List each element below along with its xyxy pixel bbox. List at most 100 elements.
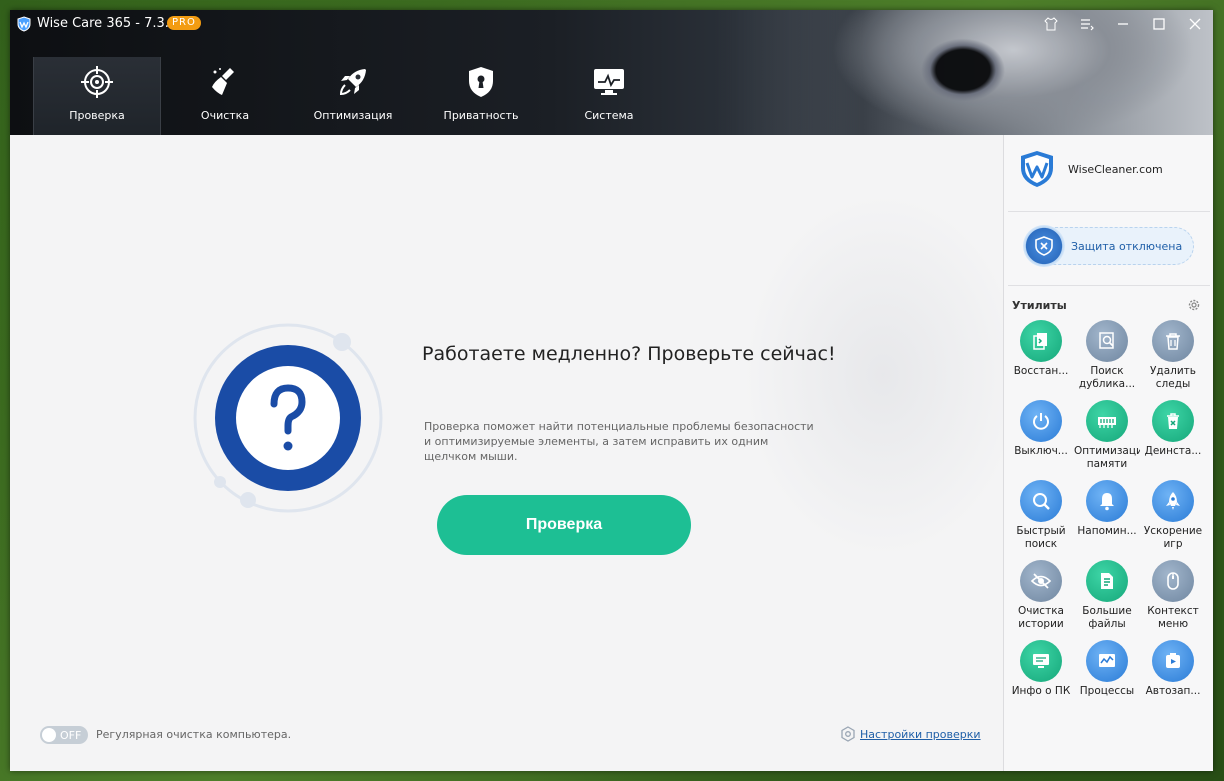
tool-processes[interactable]: Процессы (1074, 640, 1140, 714)
menu-button[interactable] (1069, 10, 1105, 38)
tool-label: Инфо о ПК (1011, 685, 1071, 697)
tool-label: Напомин... (1077, 525, 1137, 537)
broom-icon (208, 65, 242, 99)
auto-clean-toggle[interactable]: OFF (40, 726, 88, 744)
tool-label: Процессы (1079, 685, 1135, 697)
tool-uninstaller[interactable]: Деинста... (1140, 400, 1206, 474)
tool-restore[interactable]: Восстан... (1008, 320, 1074, 394)
maximize-icon (1153, 18, 1165, 30)
brand-name: WiseCleaner.com (1068, 162, 1163, 176)
tab-clean[interactable]: Очистка (161, 57, 289, 135)
background-watermark (643, 135, 1003, 675)
menu-icon (1081, 19, 1094, 31)
uninstall-icon (1152, 400, 1194, 442)
utilities-sidebar: WiseCleaner.com Защита отключена Утилиты… (1003, 135, 1213, 771)
pro-badge: PRO (167, 16, 201, 30)
tool-label: Оптимизация памяти (1074, 445, 1140, 470)
divider (1008, 285, 1210, 286)
target-icon (80, 65, 114, 99)
tool-memory-optimizer[interactable]: Оптимизация памяти (1074, 400, 1140, 474)
tool-label: Быстрый поиск (1016, 525, 1066, 550)
utilities-title: Утилиты (1012, 299, 1067, 312)
scan-button[interactable]: Проверка (437, 495, 691, 555)
close-button[interactable] (1177, 10, 1213, 38)
tab-privacy[interactable]: Приватность (417, 57, 545, 135)
tab-system[interactable]: Система (545, 57, 673, 135)
tool-label: Выключ... (1014, 445, 1068, 457)
duplicate-search-icon (1086, 320, 1128, 362)
auto-clean-label: Регулярная очистка компьютера. (96, 728, 292, 741)
hexagon-settings-icon (841, 726, 855, 742)
tab-optimize[interactable]: Оптимизация (289, 57, 417, 135)
tab-check[interactable]: Проверка (33, 57, 161, 135)
tab-label: Приватность (443, 109, 519, 122)
rocket-icon (336, 65, 370, 99)
tab-label: Оптимизация (313, 109, 393, 122)
shirt-icon (1044, 17, 1058, 31)
power-icon (1020, 400, 1062, 442)
tool-large-files[interactable]: Большие файлы (1074, 560, 1140, 634)
close-icon (1189, 18, 1201, 30)
toggle-knob (42, 728, 56, 742)
title-bar: Wise Care 365 - 7.3.5 PRO (10, 10, 1213, 38)
search-icon (1020, 480, 1062, 522)
tool-label: Автозап... (1145, 685, 1201, 697)
tool-shutdown[interactable]: Выключ... (1008, 400, 1074, 474)
main-panel: Работаете медленно? Проверьте сейчас! Пр… (10, 135, 1003, 771)
restore-icon (1020, 320, 1062, 362)
question-mark-icon (193, 323, 383, 513)
memory-icon (1086, 400, 1128, 442)
keyhole-shield-icon (464, 65, 498, 99)
headline: Работаете медленно? Проверьте сейчас! (422, 343, 836, 365)
tool-pc-info[interactable]: Инфо о ПК (1008, 640, 1074, 714)
tool-erase-traces[interactable]: Удалить следы (1140, 320, 1206, 394)
divider (1008, 211, 1210, 212)
tool-history-cleaner[interactable]: Очистка истории (1008, 560, 1074, 634)
tab-label: Система (584, 109, 634, 122)
minimize-button[interactable] (1105, 10, 1141, 38)
minimize-icon (1118, 23, 1128, 25)
pc-info-icon (1020, 640, 1062, 682)
tool-label: Восстан... (1013, 365, 1069, 377)
description: Проверка поможет найти потенциальные про… (424, 420, 814, 463)
skin-button[interactable] (1033, 10, 1069, 38)
monitor-icon (592, 65, 626, 99)
tool-reminder[interactable]: Напомин... (1074, 480, 1140, 554)
protection-status[interactable]: Защита отключена (1023, 225, 1194, 267)
tool-startup-manager[interactable]: Автозап... (1140, 640, 1206, 714)
trash-icon (1152, 320, 1194, 362)
tool-label: Большие файлы (1082, 605, 1132, 630)
app-window: Wise Care 365 - 7.3.5 PRO Проверка Очист… (10, 10, 1213, 771)
gear-icon[interactable] (1187, 298, 1201, 312)
scan-settings-link[interactable]: Настройки проверки (840, 726, 981, 742)
mouse-icon (1152, 560, 1194, 602)
header: Wise Care 365 - 7.3.5 PRO Проверка Очист… (10, 10, 1213, 135)
tool-game-booster[interactable]: Ускорение игр (1140, 480, 1206, 554)
app-title: Wise Care 365 - 7.3.5 (37, 16, 178, 31)
tab-label: Очистка (200, 109, 250, 122)
tool-label: Очистка истории (1018, 605, 1064, 630)
files-icon (1086, 560, 1128, 602)
tool-context-menu[interactable]: Контекст меню (1140, 560, 1206, 634)
process-icon (1086, 640, 1128, 682)
maximize-button[interactable] (1141, 10, 1177, 38)
tool-label: Контекст меню (1147, 605, 1199, 630)
tab-label: Проверка (69, 109, 125, 122)
toggle-state: OFF (60, 728, 82, 742)
autostart-icon (1152, 640, 1194, 682)
brand[interactable]: WiseCleaner.com (1018, 149, 1163, 189)
main-nav: Проверка Очистка Оптимизация Приватность (33, 57, 673, 135)
wisecleaner-logo-icon (1021, 151, 1053, 187)
tool-fast-search[interactable]: Быстрый поиск (1008, 480, 1074, 554)
app-logo-icon (17, 16, 31, 32)
rocket-icon (1152, 480, 1194, 522)
tool-label: Поиск дублика... (1078, 365, 1136, 390)
tool-duplicate-finder[interactable]: Поиск дублика... (1074, 320, 1140, 394)
protection-status-text: Защита отключена (1071, 239, 1183, 253)
shield-x-icon (1023, 225, 1065, 267)
eye-off-icon (1020, 560, 1062, 602)
tool-label: Деинста... (1144, 445, 1202, 457)
window-controls (1033, 10, 1213, 38)
utilities-grid: Восстан... Поиск дублика... Удалить след… (1008, 320, 1212, 714)
tool-label: Удалить следы (1150, 365, 1196, 390)
